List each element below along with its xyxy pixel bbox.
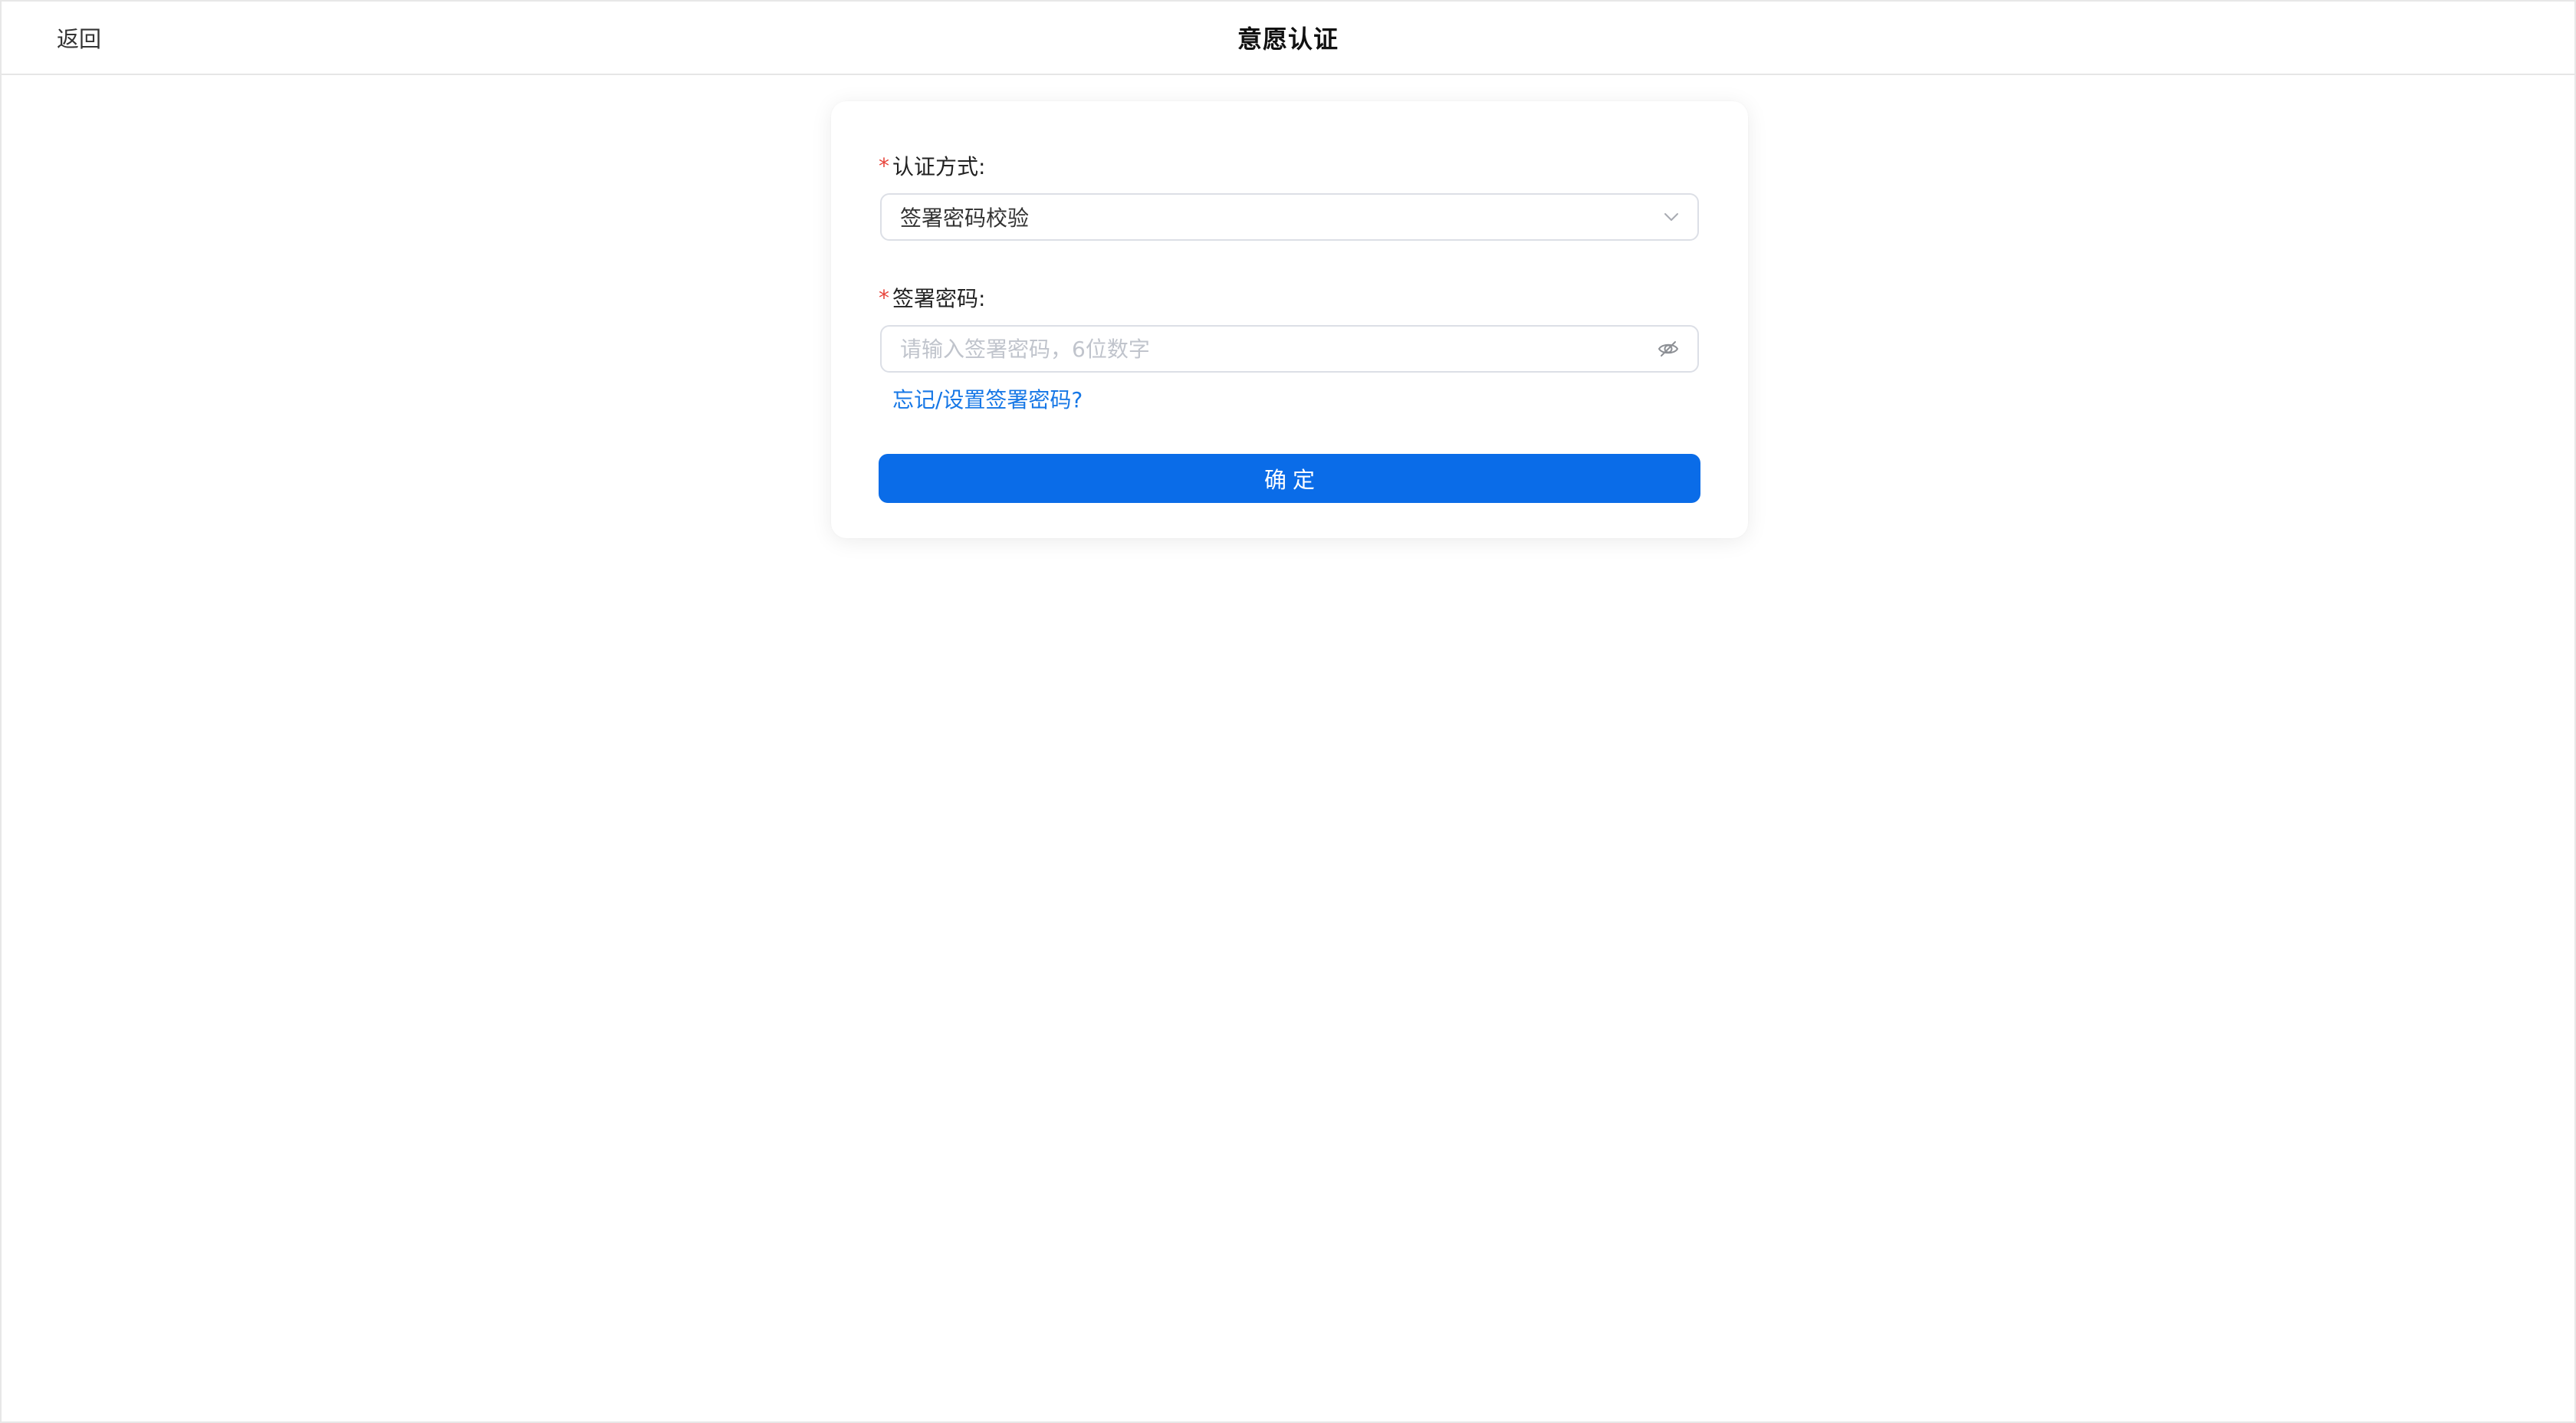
auth-method-selected-value: 签署密码校验 bbox=[900, 205, 1030, 231]
back-label: 返回 bbox=[57, 26, 102, 52]
back-button[interactable]: 返回 bbox=[57, 2, 101, 74]
confirm-button[interactable]: 确定 bbox=[879, 454, 1700, 503]
page-title: 意愿认证 bbox=[1237, 25, 1339, 54]
auth-method-label: * 认证方式: bbox=[879, 150, 985, 181]
required-mark: * bbox=[879, 284, 889, 311]
sign-password-label: * 签署密码: bbox=[879, 282, 985, 313]
auth-card: * 认证方式: 签署密码校验 * 签署密码: 忘记/设置签署密码? 确定 bbox=[831, 101, 1748, 538]
chevron-down-icon bbox=[1661, 206, 1682, 228]
page-frame: 返回 意愿认证 * 认证方式: 签署密码校验 * 签署密码: 忘记/设置签署密码… bbox=[0, 0, 2576, 1423]
sign-password-field bbox=[880, 325, 1699, 373]
forgot-password-link[interactable]: 忘记/设置签署密码? bbox=[892, 383, 1083, 414]
required-mark: * bbox=[879, 153, 889, 179]
eye-off-icon[interactable] bbox=[1654, 335, 1682, 363]
sign-password-label-text: 签署密码: bbox=[892, 286, 986, 311]
top-header: 返回 意愿认证 bbox=[2, 2, 2574, 75]
auth-method-select[interactable]: 签署密码校验 bbox=[880, 193, 1699, 241]
sign-password-input[interactable] bbox=[900, 336, 1654, 362]
auth-method-label-text: 认证方式: bbox=[892, 154, 986, 179]
